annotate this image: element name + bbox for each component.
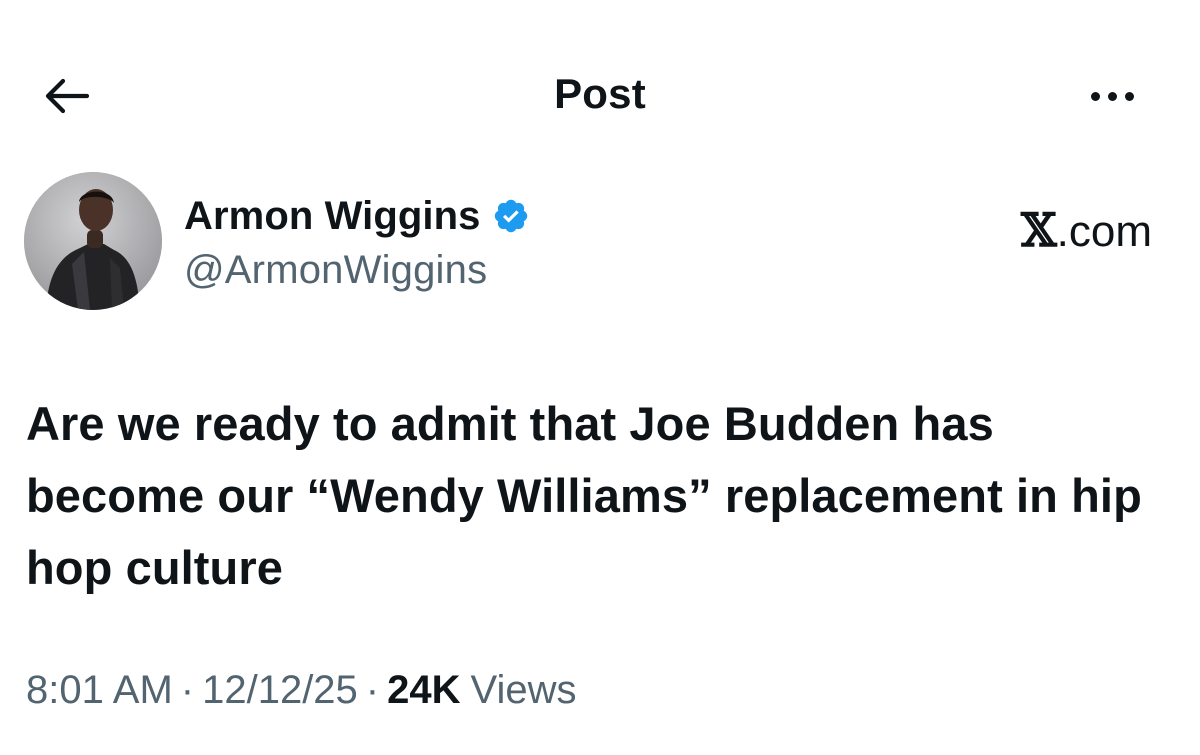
verified-badge-icon [495, 199, 528, 233]
post-date[interactable]: 12/12/25 [202, 668, 358, 713]
author-name-row: Armon Wiggins [184, 188, 530, 244]
more-dot [1124, 91, 1134, 101]
x-logo-text: 𝕏 [1020, 203, 1057, 257]
brand-watermark: 𝕏.com [1021, 203, 1152, 257]
meta-separator: · [180, 668, 195, 712]
more-dot [1107, 91, 1117, 101]
post-meta: 8:01 AM · 12/12/25 · 24K Views [26, 668, 577, 713]
post-header: Post [0, 0, 1200, 190]
page-title: Post [554, 70, 646, 117]
avatar[interactable] [24, 172, 162, 310]
post-time[interactable]: 8:01 AM [26, 668, 173, 713]
author-display-name[interactable]: Armon Wiggins [184, 194, 480, 239]
meta-separator: · [365, 668, 380, 712]
views-label: Views [470, 668, 577, 712]
avatar-photo [24, 172, 162, 310]
more-options-button[interactable] [1080, 78, 1144, 114]
post-body-text: Are we ready to admit that Joe Budden ha… [26, 397, 1142, 594]
author-handle[interactable]: @ArmonWiggins [184, 248, 487, 293]
views-count[interactable]: 24K [387, 668, 460, 713]
more-horizontal-icon [1090, 91, 1100, 101]
brand-suffix: .com [1056, 207, 1152, 256]
